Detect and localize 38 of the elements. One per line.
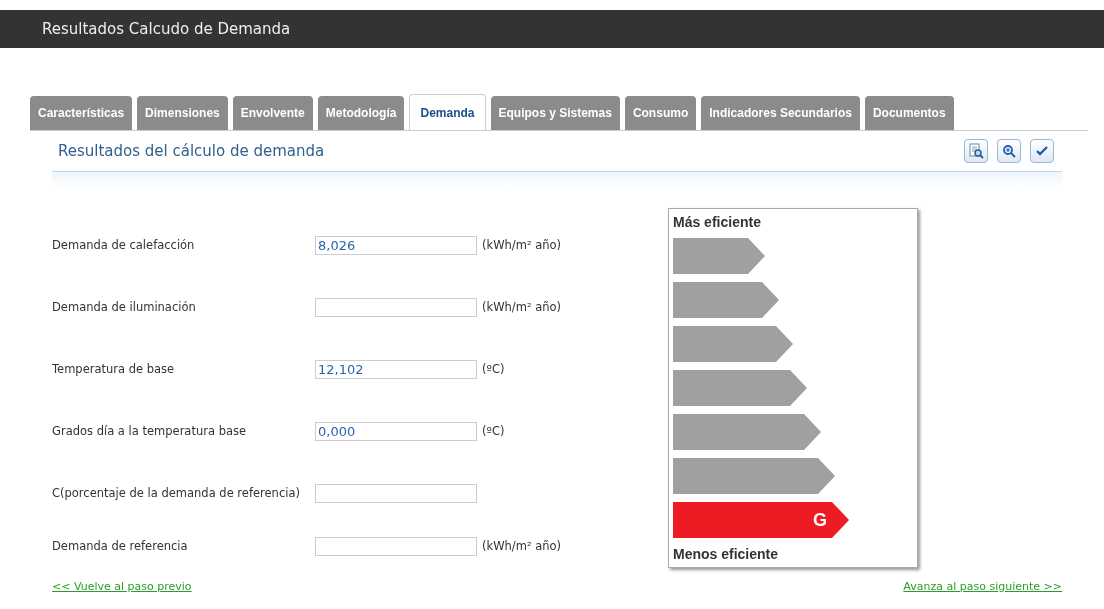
input-field[interactable]: 0,000 [315, 421, 477, 441]
field-label: Grados día a la temperatura base [52, 424, 248, 438]
document-magnifier-icon [968, 143, 984, 159]
field-label: Demanda de referencia [52, 539, 189, 553]
tab[interactable]: Indicadores Secundarios [701, 96, 860, 130]
input-field[interactable]: 12,102 [315, 359, 477, 379]
tab[interactable]: Características [30, 96, 133, 130]
tab[interactable]: Envolvente [232, 96, 313, 130]
unit-label: (ºC) [482, 362, 505, 376]
field-label: Demanda de calefacción [52, 238, 196, 252]
tab[interactable]: Equipos y Sistemas [490, 96, 620, 130]
rating-top-label: Más eficiente [673, 214, 762, 230]
tab[interactable]: Documentos [864, 96, 954, 130]
tab[interactable]: Demanda [409, 94, 486, 130]
section-title: Resultados del cálculo de demanda [58, 142, 325, 160]
tab[interactable]: Metodología [317, 96, 405, 130]
input-field[interactable] [315, 297, 477, 317]
tab[interactable]: Consumo [624, 96, 697, 130]
input-field[interactable] [315, 483, 477, 503]
previous-step-link[interactable]: << Vuelve al paso previo [52, 580, 192, 594]
preview-button[interactable] [964, 139, 988, 163]
field-label: Temperatura de base [52, 362, 176, 376]
unit-label: (kWh/m² año) [482, 539, 561, 553]
page-title: Resultados Calcudo de Demanda [42, 20, 291, 38]
input-field[interactable]: 8,026 [315, 235, 477, 255]
input-field[interactable] [315, 536, 477, 556]
unit-label: (kWh/m² año) [482, 238, 561, 252]
field-label: Demanda de iluminación [52, 300, 197, 314]
confirm-button[interactable] [1030, 139, 1054, 163]
rating-bottom-label: Menos eficiente [673, 546, 780, 562]
zoom-in-icon [1002, 144, 1016, 158]
next-step-link[interactable]: Avanza al paso siguiente >> [903, 580, 1062, 594]
search-button[interactable] [997, 139, 1021, 163]
unit-label: (ºC) [482, 424, 505, 438]
tab[interactable]: Dimensiones [137, 96, 228, 130]
unit-label: (kWh/m² año) [482, 300, 561, 314]
checkmark-icon [1035, 144, 1049, 158]
field-label: C(porcentaje de la demanda de referencia) [52, 486, 301, 500]
